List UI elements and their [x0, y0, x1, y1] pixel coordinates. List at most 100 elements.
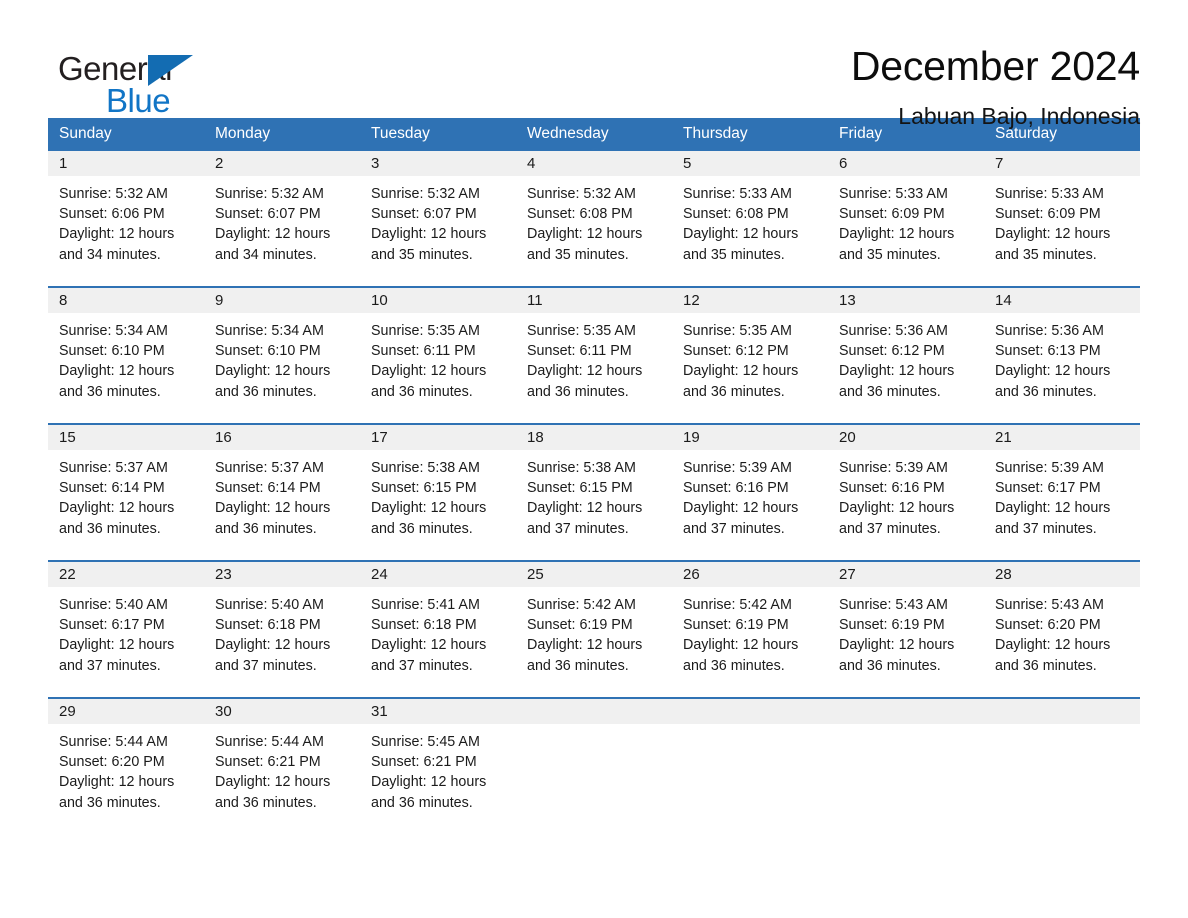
day-number[interactable]: 1 [48, 151, 204, 176]
day-number[interactable]: 19 [672, 425, 828, 450]
day-cell[interactable]: Sunrise: 5:33 AM Sunset: 6:09 PM Dayligh… [984, 176, 1140, 286]
day-number[interactable]: 30 [204, 699, 360, 724]
day-number[interactable]: 3 [360, 151, 516, 176]
daylight-text-line2: and 36 minutes. [59, 794, 161, 811]
day-number[interactable]: 13 [828, 288, 984, 313]
day-number[interactable]: 28 [984, 562, 1140, 587]
day-number[interactable]: 17 [360, 425, 516, 450]
day-cell[interactable]: Sunrise: 5:32 AM Sunset: 6:07 PM Dayligh… [204, 176, 360, 286]
day-number[interactable]: 9 [204, 288, 360, 313]
day-cell[interactable]: Sunrise: 5:43 AM Sunset: 6:20 PM Dayligh… [984, 587, 1140, 697]
day-number[interactable]: 16 [204, 425, 360, 450]
calendar-week-row: 29 30 31 Sunrise: 5:44 AM Sunset: 6:20 P… [48, 697, 1140, 834]
day-number[interactable]: 31 [360, 699, 516, 724]
page-header: General Blue December 2024 Labuan Bajo, … [48, 0, 1140, 128]
day-cell[interactable]: Sunrise: 5:36 AM Sunset: 6:12 PM Dayligh… [828, 313, 984, 423]
day-cell[interactable]: Sunrise: 5:34 AM Sunset: 6:10 PM Dayligh… [204, 313, 360, 423]
day-cell[interactable]: Sunrise: 5:41 AM Sunset: 6:18 PM Dayligh… [360, 587, 516, 697]
sunset-text: Sunset: 6:14 PM [215, 480, 321, 497]
weekday-header-thursday: Thursday [683, 125, 748, 142]
day-cell[interactable]: Sunrise: 5:44 AM Sunset: 6:21 PM Dayligh… [204, 724, 360, 834]
sunset-text: Sunset: 6:13 PM [995, 343, 1101, 360]
day-number[interactable]: 25 [516, 562, 672, 587]
week-date-band: 22 23 24 25 26 27 28 [48, 562, 1140, 587]
daylight-text-line1: Daylight: 12 hours [527, 226, 643, 243]
day-number[interactable]: 20 [828, 425, 984, 450]
day-cell[interactable]: Sunrise: 5:38 AM Sunset: 6:15 PM Dayligh… [516, 450, 672, 560]
sunrise-text: Sunrise: 5:32 AM [371, 186, 480, 202]
day-number[interactable]: 22 [48, 562, 204, 587]
daylight-text-line1: Daylight: 12 hours [215, 363, 331, 380]
daylight-text-line1: Daylight: 12 hours [839, 500, 955, 517]
day-number[interactable]: 29 [48, 699, 204, 724]
day-number[interactable]: 6 [828, 151, 984, 176]
sunset-text: Sunset: 6:17 PM [995, 480, 1101, 497]
sunrise-text: Sunrise: 5:44 AM [215, 734, 324, 750]
general-blue-logo[interactable]: General Blue [48, 44, 228, 118]
daylight-text-line2: and 36 minutes. [683, 657, 785, 674]
day-cell[interactable]: Sunrise: 5:33 AM Sunset: 6:08 PM Dayligh… [672, 176, 828, 286]
day-number[interactable]: 5 [672, 151, 828, 176]
sunset-text: Sunset: 6:10 PM [215, 343, 321, 360]
daylight-text-line1: Daylight: 12 hours [527, 500, 643, 517]
day-cell[interactable]: Sunrise: 5:45 AM Sunset: 6:21 PM Dayligh… [360, 724, 516, 834]
daylight-text-line1: Daylight: 12 hours [995, 500, 1111, 517]
day-number[interactable]: 14 [984, 288, 1140, 313]
sunrise-text: Sunrise: 5:35 AM [527, 323, 636, 339]
sunset-text: Sunset: 6:11 PM [371, 343, 476, 360]
day-cell-empty [516, 724, 672, 834]
day-cell[interactable]: Sunrise: 5:34 AM Sunset: 6:10 PM Dayligh… [48, 313, 204, 423]
day-cell[interactable]: Sunrise: 5:33 AM Sunset: 6:09 PM Dayligh… [828, 176, 984, 286]
daylight-text-line2: and 34 minutes. [59, 246, 161, 263]
day-cell[interactable]: Sunrise: 5:36 AM Sunset: 6:13 PM Dayligh… [984, 313, 1140, 423]
sunset-text: Sunset: 6:09 PM [839, 206, 945, 223]
calendar-week-row: 22 23 24 25 26 27 28 Sunrise: 5:40 AM Su… [48, 560, 1140, 697]
day-number[interactable]: 23 [204, 562, 360, 587]
day-number[interactable]: 8 [48, 288, 204, 313]
day-number[interactable]: 2 [204, 151, 360, 176]
day-cell[interactable]: Sunrise: 5:40 AM Sunset: 6:18 PM Dayligh… [204, 587, 360, 697]
sunset-text: Sunset: 6:18 PM [215, 617, 321, 634]
day-number[interactable]: 11 [516, 288, 672, 313]
daylight-text-line1: Daylight: 12 hours [839, 363, 955, 380]
day-number[interactable]: 10 [360, 288, 516, 313]
day-number[interactable]: 21 [984, 425, 1140, 450]
day-cell[interactable]: Sunrise: 5:40 AM Sunset: 6:17 PM Dayligh… [48, 587, 204, 697]
day-number[interactable]: 15 [48, 425, 204, 450]
daylight-text-line1: Daylight: 12 hours [839, 226, 955, 243]
day-number[interactable]: 7 [984, 151, 1140, 176]
day-number[interactable]: 27 [828, 562, 984, 587]
day-cell[interactable]: Sunrise: 5:44 AM Sunset: 6:20 PM Dayligh… [48, 724, 204, 834]
day-cell[interactable]: Sunrise: 5:35 AM Sunset: 6:11 PM Dayligh… [360, 313, 516, 423]
day-cell[interactable]: Sunrise: 5:39 AM Sunset: 6:16 PM Dayligh… [828, 450, 984, 560]
day-cell[interactable]: Sunrise: 5:35 AM Sunset: 6:12 PM Dayligh… [672, 313, 828, 423]
day-number[interactable]: 24 [360, 562, 516, 587]
sunrise-text: Sunrise: 5:44 AM [59, 734, 168, 750]
daylight-text-line2: and 36 minutes. [215, 520, 317, 537]
day-cell[interactable]: Sunrise: 5:35 AM Sunset: 6:11 PM Dayligh… [516, 313, 672, 423]
day-cell[interactable]: Sunrise: 5:32 AM Sunset: 6:07 PM Dayligh… [360, 176, 516, 286]
sunset-text: Sunset: 6:15 PM [371, 480, 477, 497]
daylight-text-line1: Daylight: 12 hours [59, 500, 175, 517]
day-cell[interactable]: Sunrise: 5:39 AM Sunset: 6:17 PM Dayligh… [984, 450, 1140, 560]
day-number[interactable]: 4 [516, 151, 672, 176]
day-cell[interactable]: Sunrise: 5:39 AM Sunset: 6:16 PM Dayligh… [672, 450, 828, 560]
sunset-text: Sunset: 6:15 PM [527, 480, 633, 497]
day-number[interactable]: 26 [672, 562, 828, 587]
day-cell[interactable]: Sunrise: 5:43 AM Sunset: 6:19 PM Dayligh… [828, 587, 984, 697]
sunset-text: Sunset: 6:20 PM [59, 754, 165, 771]
day-cell[interactable]: Sunrise: 5:42 AM Sunset: 6:19 PM Dayligh… [516, 587, 672, 697]
daylight-text-line1: Daylight: 12 hours [683, 637, 799, 654]
day-cell[interactable]: Sunrise: 5:37 AM Sunset: 6:14 PM Dayligh… [204, 450, 360, 560]
day-cell[interactable]: Sunrise: 5:42 AM Sunset: 6:19 PM Dayligh… [672, 587, 828, 697]
daylight-text-line1: Daylight: 12 hours [59, 226, 175, 243]
day-cell[interactable]: Sunrise: 5:37 AM Sunset: 6:14 PM Dayligh… [48, 450, 204, 560]
day-cell[interactable]: Sunrise: 5:38 AM Sunset: 6:15 PM Dayligh… [360, 450, 516, 560]
daylight-text-line1: Daylight: 12 hours [995, 637, 1111, 654]
day-cell[interactable]: Sunrise: 5:32 AM Sunset: 6:06 PM Dayligh… [48, 176, 204, 286]
daylight-text-line1: Daylight: 12 hours [839, 637, 955, 654]
day-number[interactable]: 12 [672, 288, 828, 313]
day-cell[interactable]: Sunrise: 5:32 AM Sunset: 6:08 PM Dayligh… [516, 176, 672, 286]
week-date-band: 15 16 17 18 19 20 21 [48, 425, 1140, 450]
day-number[interactable]: 18 [516, 425, 672, 450]
